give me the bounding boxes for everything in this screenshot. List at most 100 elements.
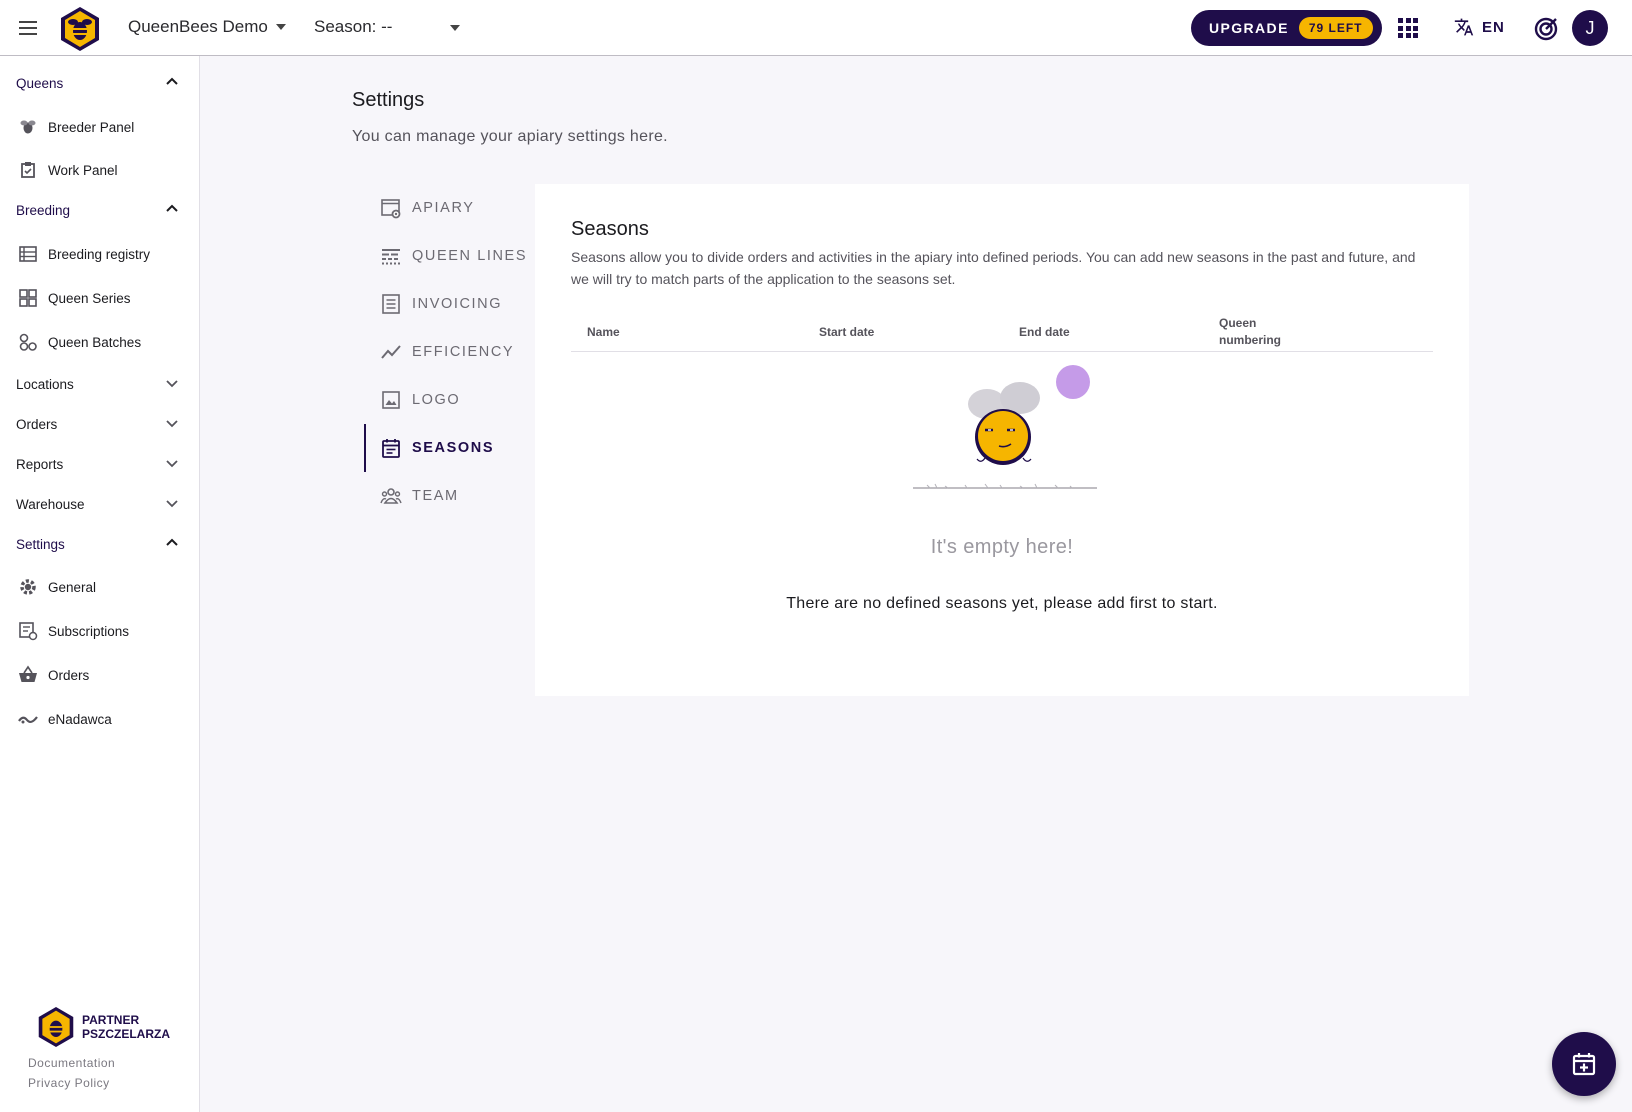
queen-lines-icon xyxy=(382,249,400,265)
apiary-settings-icon xyxy=(381,199,401,219)
chevron-down-icon xyxy=(166,380,178,388)
privacy-policy-link[interactable]: Privacy Policy xyxy=(28,1076,110,1090)
work-panel-icon xyxy=(21,162,35,178)
sidebar-item-label: Orders xyxy=(48,667,90,683)
empty-bee-illustration-icon xyxy=(913,365,1097,489)
sidebar-item-queen-series[interactable]: Queen Series xyxy=(0,281,200,315)
sidebar-section-label: Reports xyxy=(16,456,64,472)
calendar-add-icon xyxy=(1572,1053,1596,1076)
sidebar-section-label: Orders xyxy=(16,416,58,432)
top-bar: QueenBees Demo Season: -- UPGRADE 79 LEF… xyxy=(0,0,1632,56)
sidebar-item-enadawca[interactable]: eNadawca xyxy=(0,702,200,736)
sidebar-item-work-panel[interactable]: Work Panel xyxy=(0,153,200,187)
enadawca-icon xyxy=(18,716,38,724)
menu-icon[interactable] xyxy=(18,18,38,38)
trending-up-icon xyxy=(381,345,401,359)
sidebar-section-settings[interactable]: Settings xyxy=(0,529,200,559)
upgrade-left-badge: 79 LEFT xyxy=(1298,17,1373,39)
sidebar-item-subscriptions[interactable]: Subscriptions xyxy=(0,614,200,648)
seasons-table-header: Name Start date End date Queen numbering xyxy=(571,312,1433,352)
sidebar-section-locations[interactable]: Locations xyxy=(0,369,200,399)
chevron-up-icon xyxy=(166,538,178,546)
caret-down-icon xyxy=(450,25,460,31)
sidebar-section-orders[interactable]: Orders xyxy=(0,409,200,439)
partner-pszczelarza-logo[interactable]: PARTNER PSZCZELARZA xyxy=(36,1004,170,1050)
goal-target-icon[interactable] xyxy=(1533,16,1559,42)
queenbees-logo-icon[interactable] xyxy=(58,5,102,53)
chevron-up-icon xyxy=(166,204,178,212)
calendar-icon xyxy=(382,439,400,458)
sidebar-item-label: Breeder Panel xyxy=(48,119,135,135)
sidebar-section-reports[interactable]: Reports xyxy=(0,449,200,479)
sidebar-item-label: eNadawca xyxy=(48,711,112,727)
seasons-card: Seasons Seasons allow you to divide orde… xyxy=(535,184,1469,696)
seasons-description: Seasons allow you to divide orders and a… xyxy=(571,249,1416,287)
season-label: Season: -- xyxy=(314,17,393,36)
sidebar-item-breeder-panel[interactable]: Breeder Panel xyxy=(0,110,200,144)
sidebar-section-label: Settings xyxy=(16,536,65,552)
sidebar-section-label: Locations xyxy=(16,376,74,392)
page-subtitle: You can manage your apiary settings here… xyxy=(352,128,668,145)
user-avatar[interactable]: J xyxy=(1572,10,1608,46)
sidebar-item-label: Subscriptions xyxy=(48,623,130,639)
empty-state-title: It's empty here! xyxy=(930,536,1074,558)
apps-grid-icon[interactable] xyxy=(1398,18,1418,38)
image-icon xyxy=(382,391,400,409)
tab-label: SEASONS xyxy=(412,440,495,456)
sidebar-section-label: Queens xyxy=(16,75,64,91)
sidebar-section-label: Warehouse xyxy=(16,496,85,512)
sidebar-item-orders[interactable]: Orders xyxy=(0,658,200,692)
language-code: EN xyxy=(1482,18,1505,36)
partner-logo-icon xyxy=(38,1007,74,1047)
tab-apiary[interactable]: APIARY xyxy=(364,184,534,232)
tab-team[interactable]: TEAM xyxy=(364,472,534,520)
sidebar-section-label: Breeding xyxy=(16,202,71,218)
apiary-name: QueenBees Demo xyxy=(128,17,268,36)
sidebar-item-queen-batches[interactable]: Queen Batches xyxy=(0,325,200,359)
language-switcher[interactable]: EN xyxy=(1454,17,1505,37)
people-icon xyxy=(380,488,402,504)
sidebar-section-warehouse[interactable]: Warehouse xyxy=(0,489,200,519)
tab-label: EFFICIENCY xyxy=(412,344,515,360)
sidebar-item-label: Work Panel xyxy=(48,162,118,178)
add-season-button[interactable] xyxy=(1552,1032,1616,1096)
column-header-end-date[interactable]: End date xyxy=(1019,312,1070,352)
empty-state-message: There are no defined seasons yet, please… xyxy=(786,595,1218,612)
tab-label: QUEEN LINES xyxy=(412,248,528,264)
sidebar-section-breeding[interactable]: Breeding xyxy=(0,195,200,225)
column-header-name[interactable]: Name xyxy=(587,312,620,352)
grid-view-icon xyxy=(19,289,37,307)
partner-line-2: PSZCZELARZA xyxy=(82,1027,170,1041)
sidebar-item-label: Breeding registry xyxy=(48,246,151,262)
tab-invoicing[interactable]: INVOICING xyxy=(364,280,534,328)
partner-line-1: PARTNER xyxy=(82,1013,140,1027)
tab-efficiency[interactable]: EFFICIENCY xyxy=(364,328,534,376)
batches-icon xyxy=(19,333,37,351)
tab-label: INVOICING xyxy=(412,296,503,312)
gear-icon xyxy=(20,579,36,595)
page-title: Settings xyxy=(352,89,425,111)
documentation-link[interactable]: Documentation xyxy=(28,1056,115,1070)
upgrade-label: UPGRADE xyxy=(1209,20,1289,36)
chevron-up-icon xyxy=(166,77,178,85)
tab-seasons[interactable]: SEASONS xyxy=(364,424,534,472)
caret-down-icon xyxy=(275,24,286,30)
sidebar-item-breeding-registry[interactable]: Breeding registry xyxy=(0,237,200,271)
tab-logo[interactable]: LOGO xyxy=(364,376,534,424)
tab-label: LOGO xyxy=(412,392,461,408)
column-header-start-date[interactable]: Start date xyxy=(819,312,874,352)
chevron-down-icon xyxy=(166,460,178,468)
bee-icon xyxy=(20,120,36,134)
chevron-down-icon xyxy=(166,500,178,508)
sidebar-section-queens[interactable]: Queens xyxy=(0,68,200,98)
sidebar-item-general[interactable]: General xyxy=(0,570,200,604)
chevron-down-icon xyxy=(166,420,178,428)
subscriptions-icon xyxy=(19,622,38,641)
apiary-select[interactable]: QueenBees Demo xyxy=(128,17,286,37)
invoice-icon xyxy=(382,294,400,314)
tab-queen-lines[interactable]: QUEEN LINES xyxy=(364,232,534,280)
season-select[interactable]: Season: -- xyxy=(314,17,460,37)
column-header-queen-numbering[interactable]: Queen numbering xyxy=(1219,312,1291,352)
upgrade-button[interactable]: UPGRADE 79 LEFT xyxy=(1191,10,1382,46)
sidebar-item-label: Queen Batches xyxy=(48,334,142,350)
